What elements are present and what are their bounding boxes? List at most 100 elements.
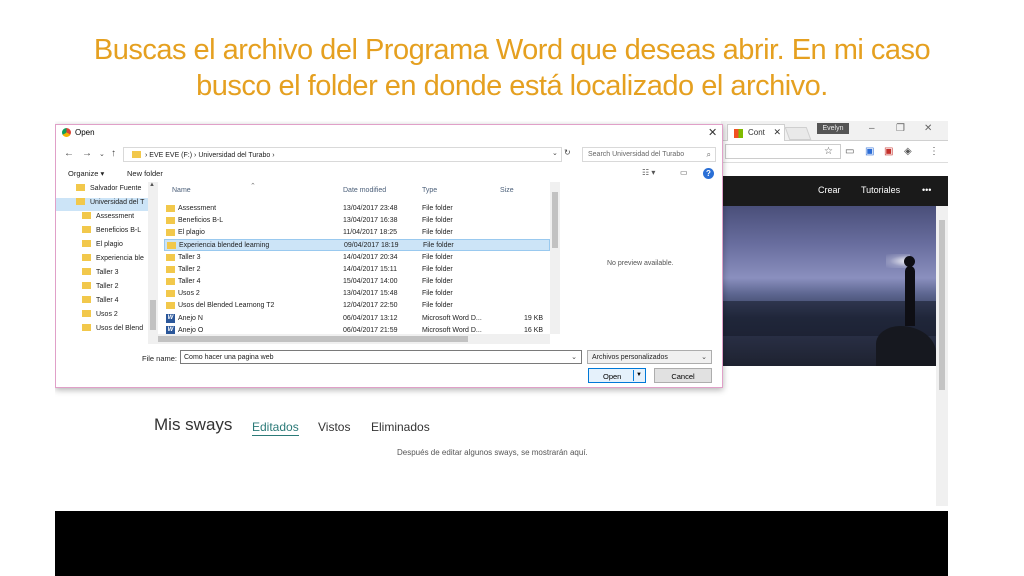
dialog-toolbar: Organize ▾ New folder ☷ ▾ ▭ ? [56, 167, 722, 183]
column-type[interactable]: Type [422, 187, 437, 194]
file-name: Experiencia blended learning [179, 242, 270, 249]
chevron-down-icon: ⌄ [701, 354, 707, 361]
file-date: 12/04/2017 22:50 [343, 302, 398, 309]
word-doc-icon: W [166, 314, 175, 323]
browser-tab[interactable]: Cont ✕ [727, 124, 785, 141]
folder-icon [82, 212, 91, 219]
new-folder-button[interactable]: New folder [127, 169, 163, 178]
user-badge[interactable]: Evelyn [817, 123, 849, 134]
scroll-up-icon[interactable]: ▲ [149, 182, 155, 188]
search-icon: ⌕ [706, 150, 711, 159]
file-row[interactable]: Usos del Blended Learnong T2 12/04/2017 … [164, 300, 550, 312]
open-button[interactable]: Open ▼ [588, 368, 646, 383]
browser-tab-strip: Cont ✕ Evelyn – ❐ ✕ [721, 121, 948, 141]
column-date[interactable]: Date modified [343, 187, 386, 194]
column-size[interactable]: Size [500, 187, 514, 194]
file-name: Anejo O [178, 327, 204, 334]
cancel-button[interactable]: Cancel [654, 368, 712, 383]
forward-arrow-icon[interactable]: → [82, 148, 92, 159]
file-name: Assessment [178, 205, 217, 212]
page-scrollbar[interactable] [936, 206, 948, 506]
nav-item-selected[interactable]: Universidad del T [56, 198, 148, 211]
organize-button[interactable]: Organize ▾ [68, 169, 104, 178]
preview-pane-icon[interactable]: ▭ [680, 168, 688, 177]
nav-item[interactable]: Assessment [82, 212, 148, 225]
tab-eliminados[interactable]: Eliminados [371, 420, 430, 434]
new-tab-button[interactable] [784, 127, 812, 140]
file-row[interactable]: Usos 2 13/04/2017 15:48 File folder [164, 288, 550, 300]
breadcrumb-folder[interactable]: Universidad del Turabo [198, 152, 270, 159]
search-input[interactable]: Search Universidad del Turabo ⌕ [582, 147, 716, 162]
file-type-select[interactable]: Archivos personalizados ⌄ [587, 350, 712, 364]
folder-icon [166, 205, 175, 212]
folder-icon [166, 254, 175, 261]
extension-gray-icon[interactable]: ◈ [904, 146, 912, 157]
extension-red-icon[interactable]: ▣ [884, 146, 893, 157]
chevron-down-icon[interactable]: ⌄ [571, 353, 577, 361]
file-list-hscrollbar[interactable] [148, 334, 550, 344]
nav-item-label: Experiencia ble [96, 255, 144, 262]
breadcrumb-drive[interactable]: EVE EVE (F:) [149, 152, 192, 159]
file-type: File folder [422, 254, 453, 261]
minimize-icon[interactable]: – [869, 123, 875, 134]
extension-icon[interactable]: ▣ [865, 146, 874, 157]
more-icon[interactable]: ••• [922, 185, 931, 195]
nav-item[interactable]: Usos 2 [82, 310, 148, 323]
file-row[interactable]: W Anejo N 06/04/2017 13:12 Microsoft Wor… [164, 313, 550, 325]
empty-message: Después de editar algunos sways, se most… [397, 448, 588, 457]
file-row[interactable]: Taller 3 14/04/2017 20:34 File folder [164, 252, 550, 264]
dialog-title: Open [75, 128, 95, 137]
nav-item[interactable]: Beneficios B-L [82, 226, 148, 239]
browser-tab-label: Cont [748, 128, 765, 137]
nav-item[interactable]: Usos del Blend [82, 324, 148, 337]
folder-icon [132, 151, 141, 158]
window-close-icon[interactable]: ✕ [924, 123, 932, 134]
chrome-menu-icon[interactable]: ⋮ [929, 146, 939, 157]
nav-item[interactable]: Taller 3 [82, 268, 148, 281]
file-list-vscrollbar[interactable] [550, 182, 560, 334]
tab-vistos[interactable]: Vistos [318, 420, 350, 434]
file-type: File folder [422, 302, 453, 309]
file-row[interactable]: Taller 4 15/04/2017 14:00 File folder [164, 276, 550, 288]
file-row[interactable]: Taller 2 14/04/2017 15:11 File folder [164, 264, 550, 276]
nav-item[interactable]: Taller 4 [82, 296, 148, 309]
file-row[interactable]: Assessment 13/04/2017 23:48 File folder [164, 203, 550, 215]
file-size: 16 KB [524, 327, 544, 334]
recent-locations-icon[interactable]: ⌄ [99, 150, 105, 158]
chrome-icon [62, 128, 71, 137]
address-dropdown-icon[interactable]: ⌄ [552, 149, 558, 157]
cast-icon[interactable]: ▭ [845, 146, 854, 157]
nav-item[interactable]: Salvador Fuente [76, 184, 148, 197]
refresh-icon[interactable]: ↻ [564, 148, 571, 157]
column-name[interactable]: Name [172, 187, 191, 194]
help-icon[interactable]: ? [703, 168, 714, 179]
address-breadcrumb[interactable]: › EVE EVE (F:) › Universidad del Turabo … [123, 147, 562, 162]
file-row[interactable]: El plagio 11/04/2017 18:25 File folder [164, 227, 550, 239]
back-arrow-icon[interactable]: ← [64, 148, 74, 159]
browser-window: Cont ✕ Evelyn – ❐ ✕ ☆ ▭ ▣ ▣ ◈ ⋮ Crear Tu… [721, 121, 948, 511]
file-name-label: File name: [142, 354, 178, 363]
tab-editados[interactable]: Editados [252, 420, 299, 436]
view-options-icon[interactable]: ☷ ▾ [642, 168, 655, 177]
up-arrow-icon[interactable]: ↑ [111, 148, 116, 159]
file-type: Microsoft Word D... [422, 327, 482, 334]
close-icon[interactable]: ✕ [708, 126, 717, 139]
maximize-icon[interactable]: ❐ [896, 123, 905, 134]
folder-icon [166, 278, 175, 285]
menu-crear[interactable]: Crear [818, 185, 841, 195]
open-split-dropdown-icon[interactable]: ▼ [633, 370, 644, 381]
tab-close-icon[interactable]: ✕ [773, 127, 781, 138]
nav-item[interactable]: Experiencia ble [82, 254, 148, 267]
nav-item[interactable]: El plagio [82, 240, 148, 253]
file-name-input[interactable]: Como hacer una pagina web ⌄ [180, 350, 582, 364]
menu-tutoriales[interactable]: Tutoriales [861, 185, 900, 195]
file-row[interactable]: Beneficios B-L 13/04/2017 16:38 File fol… [164, 215, 550, 227]
nav-item[interactable]: Taller 2 [82, 282, 148, 295]
nav-scrollbar[interactable]: ▲ ▼ [148, 182, 158, 344]
folder-icon [82, 296, 91, 303]
file-row-selected[interactable]: Experiencia blended learning 09/04/2017 … [164, 239, 550, 251]
slide-title: Buscas el archivo del Programa Word que … [60, 32, 964, 104]
star-icon[interactable]: ☆ [824, 146, 833, 157]
folder-icon [82, 226, 91, 233]
folder-icon [167, 242, 176, 249]
